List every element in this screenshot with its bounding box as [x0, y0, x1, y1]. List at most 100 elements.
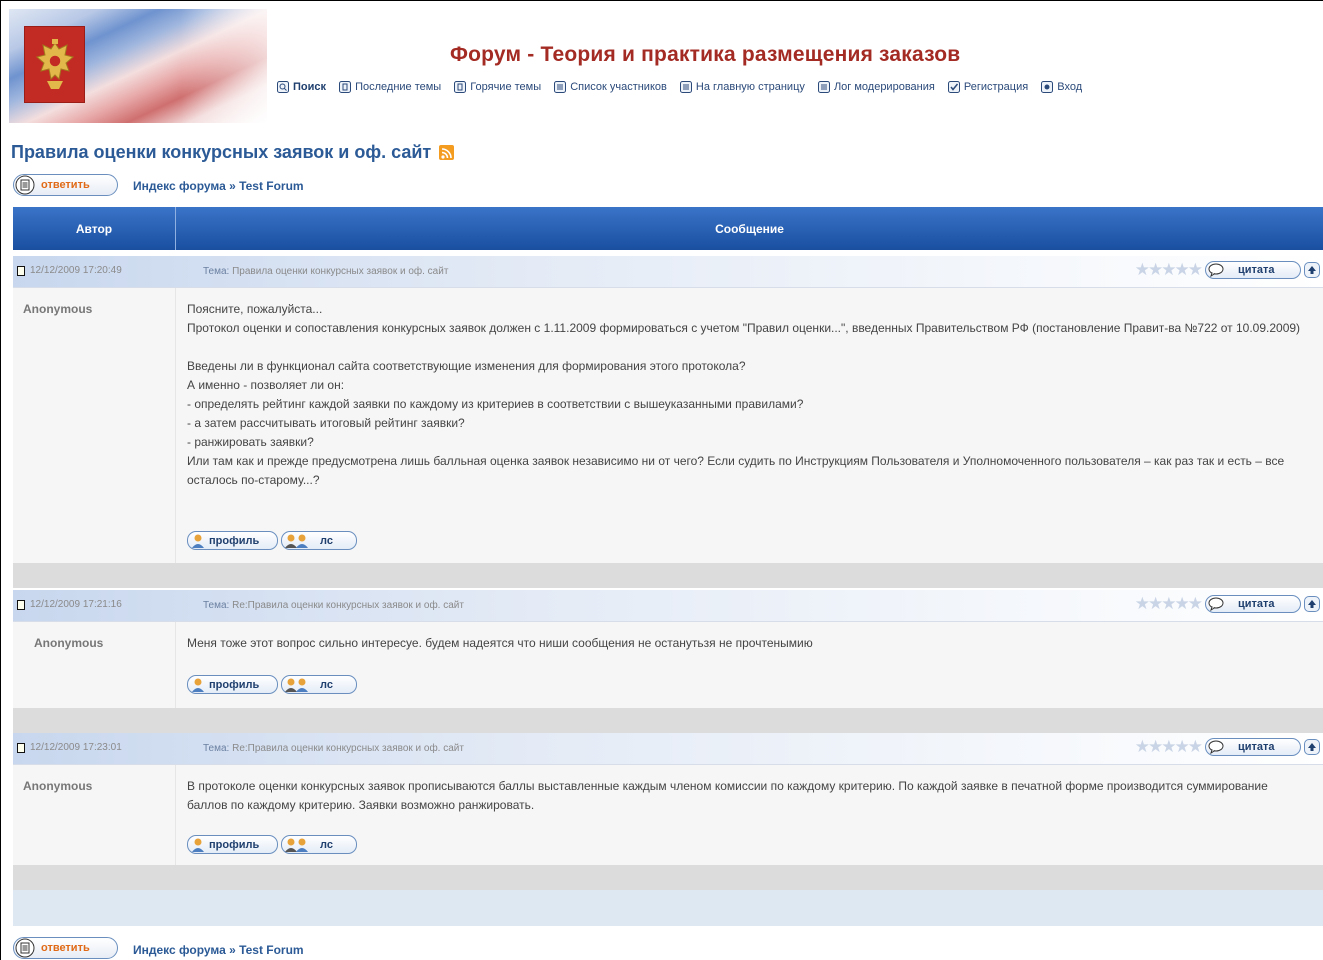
- quote-icon: [1208, 740, 1224, 754]
- post-icon: [17, 265, 25, 276]
- post-header: 12/12/2009 17:20:49 Тема: Правила оценки…: [13, 256, 1323, 288]
- forum-header: Форум - Теория и практика размещения зак…: [1, 1, 1323, 123]
- nav-home-page[interactable]: На главную страницу: [679, 81, 805, 93]
- private-message-button-label: лс: [320, 534, 333, 547]
- post: 12/12/2009 17:20:49 Тема: Правила оценки…: [13, 256, 1323, 588]
- search-icon: [277, 81, 289, 93]
- reply-button-label: ответить: [41, 179, 90, 191]
- scroll-top-button[interactable]: [1304, 596, 1320, 612]
- column-message: Сообщение: [715, 221, 784, 236]
- private-message-icon: [285, 534, 308, 548]
- message-line: Введены ли в функционал сайта соответств…: [187, 359, 746, 373]
- breadcrumb-top: Индекс форума » Test Forum: [133, 179, 304, 193]
- post-actions: ★★★★★ цитата: [1135, 595, 1320, 613]
- message-line: А именно - позволяет ли он:: [187, 378, 345, 392]
- message-line: В протоколе оценки конкурсных заявок про…: [187, 779, 1268, 812]
- post: 12/12/2009 17:21:16 Тема: Re:Правила оце…: [13, 590, 1323, 733]
- post-user-buttons: профиль лс: [187, 835, 360, 854]
- post-author[interactable]: Anonymous: [23, 779, 92, 793]
- nav-register-label: Регистрация: [963, 81, 1029, 93]
- private-message-icon: [285, 678, 308, 692]
- topic-title: Правила оценки конкурсных заявок и оф. с…: [11, 142, 455, 163]
- private-message-button[interactable]: лс: [281, 531, 357, 550]
- banner-fade: [181, 9, 301, 123]
- post-message: В протоколе оценки конкурсных заявок про…: [187, 777, 1311, 815]
- nav-search[interactable]: Поиск: [277, 81, 326, 93]
- nav-login[interactable]: Вход: [1041, 81, 1082, 93]
- nav-recent-topics[interactable]: Последние темы: [339, 81, 441, 93]
- post-subject-text: Правила оценки конкурсных заявок и оф. с…: [232, 266, 449, 277]
- quote-button-label: цитата: [1238, 598, 1275, 610]
- window-border-left: [0, 0, 1, 960]
- profile-button[interactable]: профиль: [187, 835, 278, 854]
- private-message-button-label: лс: [320, 838, 333, 851]
- profile-button-label: профиль: [209, 838, 260, 851]
- reply-button-bottom[interactable]: ответить: [13, 937, 118, 959]
- post-divider: [175, 765, 176, 865]
- post-author[interactable]: Anonymous: [23, 302, 92, 316]
- breadcrumb-forum-link[interactable]: Test Forum: [239, 943, 303, 957]
- post-user-buttons: профиль лс: [187, 531, 360, 550]
- post-divider: [175, 622, 176, 708]
- post-actions: ★★★★★ цитата: [1135, 738, 1320, 756]
- post-separator: [13, 865, 1323, 890]
- nav-hot-topics[interactable]: Горячие темы: [454, 81, 541, 93]
- post-date: 12/12/2009 17:20:49: [17, 265, 122, 276]
- subject-prefix: Тема:: [203, 743, 230, 754]
- nav-member-list[interactable]: Список участников: [554, 81, 667, 93]
- profile-icon: [192, 678, 204, 692]
- column-author: Автор: [13, 207, 176, 250]
- rating-stars-icon[interactable]: ★★★★★: [1135, 738, 1203, 756]
- post-body: Anonymous Меня тоже этот вопрос сильно и…: [13, 622, 1323, 708]
- post-user-buttons: профиль лс: [187, 675, 360, 694]
- quote-button[interactable]: цитата: [1205, 261, 1301, 279]
- private-message-button[interactable]: лс: [281, 675, 357, 694]
- profile-button[interactable]: профиль: [187, 675, 278, 694]
- post-divider: [175, 288, 176, 563]
- breadcrumb-forum-link[interactable]: Test Forum: [239, 179, 303, 193]
- scroll-top-button[interactable]: [1304, 739, 1320, 755]
- reply-button-top[interactable]: ответить: [13, 174, 118, 196]
- nav-moderation-log-label: Лог модерирования: [833, 81, 935, 93]
- quote-button[interactable]: цитата: [1205, 595, 1301, 613]
- message-line: [187, 338, 1311, 357]
- breadcrumb-index-link[interactable]: Индекс форума: [133, 943, 226, 957]
- post-subject-text: Re:Правила оценки конкурсных заявок и оф…: [232, 743, 464, 754]
- profile-icon: [192, 534, 204, 548]
- private-message-button[interactable]: лс: [281, 835, 357, 854]
- post-message: Меня тоже этот вопрос сильно интересуе. …: [187, 634, 1311, 653]
- nav-search-label: Поиск: [293, 81, 327, 93]
- post-subject: Тема: Правила оценки конкурсных заявок и…: [203, 266, 448, 277]
- rating-stars-icon[interactable]: ★★★★★: [1135, 261, 1203, 279]
- post-subject: Тема: Re:Правила оценки конкурсных заяво…: [203, 600, 464, 611]
- message-line: - определять рейтинг каждой заявки по ка…: [187, 397, 804, 411]
- profile-button-label: профиль: [209, 678, 260, 691]
- post-date: 12/12/2009 17:23:01: [17, 742, 122, 753]
- coat-of-arms-logo[interactable]: [24, 26, 85, 103]
- post-separator: [13, 563, 1323, 588]
- recent-topics-icon: [339, 81, 352, 93]
- quote-button-label: цитата: [1238, 741, 1275, 753]
- reply-button-label: ответить: [41, 942, 90, 954]
- register-icon: [947, 81, 960, 93]
- reply-icon: [15, 938, 35, 958]
- nav-moderation-log[interactable]: Лог модерирования: [817, 81, 935, 93]
- post-body: Anonymous В протоколе оценки конкурсных …: [13, 765, 1323, 865]
- scroll-top-button[interactable]: [1304, 262, 1320, 278]
- rss-icon[interactable]: [439, 145, 455, 160]
- post-message: Поясните, пожалуйста... Протокол оценки …: [187, 300, 1311, 490]
- post-actions: ★★★★★ цитата: [1135, 261, 1320, 279]
- login-icon: [1041, 81, 1054, 93]
- profile-button[interactable]: профиль: [187, 531, 278, 550]
- nav-home-page-label: На главную страницу: [695, 81, 805, 93]
- rating-stars-icon[interactable]: ★★★★★: [1135, 595, 1203, 613]
- breadcrumb-index-link[interactable]: Индекс форума: [133, 179, 226, 193]
- nav-login-label: Вход: [1057, 81, 1083, 93]
- quote-button[interactable]: цитата: [1205, 738, 1301, 756]
- arrow-up-icon: [1308, 266, 1316, 274]
- home-page-icon: [679, 81, 692, 93]
- nav-register[interactable]: Регистрация: [947, 81, 1029, 93]
- quote-icon: [1208, 263, 1224, 277]
- post-date-text: 12/12/2009 17:23:01: [30, 742, 122, 753]
- post-author[interactable]: Anonymous: [34, 636, 103, 650]
